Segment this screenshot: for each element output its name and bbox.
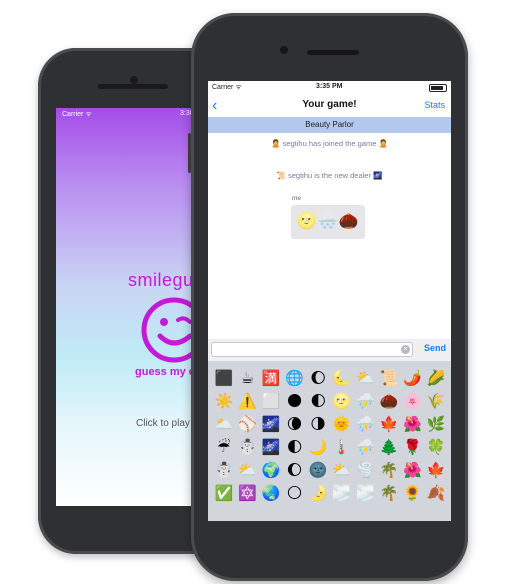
emoji-key[interactable]: 🌴 (377, 459, 401, 482)
emoji-key[interactable]: 🌍 (259, 459, 283, 482)
emoji-key[interactable]: 🌛 (306, 482, 330, 505)
emoji-key[interactable]: 🌑 (283, 390, 307, 413)
emoji-key[interactable]: 🌾 (424, 390, 448, 413)
emoji-key[interactable]: 🌽 (424, 367, 448, 390)
emoji-key[interactable]: 🌸 (401, 390, 425, 413)
front-speaker (307, 50, 359, 55)
emoji-key[interactable]: 🌲 (377, 436, 401, 459)
emoji-key[interactable]: 🌰 (377, 390, 401, 413)
emoji-key[interactable]: 🌶️ (401, 367, 425, 390)
stats-button[interactable]: Stats (424, 100, 445, 110)
emoji-key[interactable]: 🌏 (259, 482, 283, 505)
emoji-key[interactable]: ☀️ (212, 390, 236, 413)
clear-icon[interactable]: × (401, 345, 410, 354)
emoji-key[interactable]: 🌔 (283, 459, 307, 482)
emoji-key[interactable]: 🌴 (377, 482, 401, 505)
emoji-key[interactable]: ☕ (236, 367, 260, 390)
emoji-key[interactable]: 🌓 (306, 390, 330, 413)
emoji-key[interactable]: 🍂 (424, 482, 448, 505)
app-tagline: guess my e (135, 366, 195, 378)
emoji-key[interactable]: 🌚 (306, 459, 330, 482)
side-button (188, 133, 191, 173)
page-title: Your game! (302, 99, 357, 110)
back-speaker (98, 84, 168, 89)
emoji-key[interactable]: 🌫️ (354, 482, 378, 505)
emoji-key[interactable]: 🍀 (424, 436, 448, 459)
system-message-joined: 🙎 segtihu has joined the game 🙎 (271, 139, 388, 148)
emoji-keyboard: ⬛ ☕ 🈵 🌐 🌔 🌜 ⛅ 📜 🌶️ 🌽 ☀️ ⚠️ ⬜ 🌑 🌓 🌝 ⛈️ 🌰 🌸 🌾 🌥️ ⚾ 🌌 🌘 🌗 🌞 ⛈️ 🍁 🌺 🌿 ☔ ☃️ 🌌… (208, 361, 451, 521)
message-input[interactable] (211, 342, 413, 357)
send-button[interactable]: Send (424, 343, 446, 353)
emoji-key[interactable]: 🌓 (283, 436, 307, 459)
emoji-key[interactable]: 🌔 (306, 367, 330, 390)
emoji-key[interactable]: 🌞 (330, 413, 354, 436)
emoji-key[interactable]: 🌹 (401, 436, 425, 459)
emoji-key[interactable]: 🌻 (401, 482, 425, 505)
emoji-key[interactable]: 🌘 (283, 413, 307, 436)
emoji-key[interactable]: ⚠️ (236, 390, 260, 413)
emoji-key[interactable]: ☔ (212, 436, 236, 459)
emoji-key[interactable]: 🌕 (283, 482, 307, 505)
emoji-key[interactable]: 🌝 (330, 390, 354, 413)
emoji-key[interactable]: ⛅ (236, 459, 260, 482)
emoji-key[interactable]: 🌌 (259, 436, 283, 459)
game-screen: Carrier ᯤ 3:35 PM ‹ Your game! Stats Bea… (208, 81, 451, 521)
emoji-key[interactable]: ⚾ (236, 413, 260, 436)
emoji-key[interactable]: 🌿 (424, 413, 448, 436)
front-camera (280, 46, 288, 54)
emoji-key[interactable]: 🌫️ (330, 482, 354, 505)
emoji-key[interactable]: 🌺 (401, 413, 425, 436)
emoji-key[interactable]: ⛅ (330, 459, 354, 482)
back-carrier: Carrier ᯤ (62, 111, 92, 118)
navigation-bar: ‹ Your game! Stats (208, 95, 451, 117)
emoji-key[interactable]: 🈵 (259, 367, 283, 390)
emoji-key[interactable]: 🌐 (283, 367, 307, 390)
emoji-key[interactable]: ⛈️ (354, 413, 378, 436)
status-bar: Carrier ᯤ 3:35 PM (208, 81, 451, 95)
emoji-key[interactable]: ⬛ (212, 367, 236, 390)
emoji-key[interactable]: 🌪️ (354, 459, 378, 482)
emoji-key[interactable]: 🍁 (424, 459, 448, 482)
status-time: 3:35 PM (316, 83, 343, 90)
emoji-key[interactable]: ⬜ (259, 390, 283, 413)
emoji-key[interactable]: 🌙 (306, 436, 330, 459)
message-sender: me (292, 195, 302, 202)
app-logo-text: smilegu (128, 270, 194, 290)
emoji-key[interactable]: ⛈️ (354, 390, 378, 413)
emoji-key[interactable]: ✅ (212, 482, 236, 505)
emoji-key[interactable]: 🌡️ (330, 436, 354, 459)
room-name-banner: Beauty Parlor (208, 117, 451, 133)
chat-bubble: 🌝🌨️🌰 (291, 205, 365, 239)
system-message-dealer: 📜 segtihu is the new dealer 🌌 (276, 171, 383, 180)
emoji-key[interactable]: ⛈️ (354, 436, 378, 459)
back-camera (130, 76, 138, 84)
message-input-bar: × Send (208, 339, 451, 361)
emoji-key[interactable]: 🍁 (377, 413, 401, 436)
carrier-label: Carrier ᯤ (212, 84, 242, 91)
emoji-key[interactable]: 🌗 (306, 413, 330, 436)
front-phone: Carrier ᯤ 3:35 PM ‹ Your game! Stats Bea… (188, 13, 468, 581)
emoji-key[interactable]: 🌌 (259, 413, 283, 436)
battery-icon (429, 84, 447, 92)
emoji-key[interactable]: 🌥️ (212, 413, 236, 436)
emoji-key[interactable]: 🌺 (401, 459, 425, 482)
emoji-key[interactable]: 🔯 (236, 482, 260, 505)
emoji-key[interactable]: ☃️ (236, 436, 260, 459)
emoji-key[interactable]: ☃️ (212, 459, 236, 482)
emoji-key[interactable]: ⛅ (354, 367, 378, 390)
emoji-key[interactable]: 🌜 (330, 367, 354, 390)
emoji-key[interactable]: 📜 (377, 367, 401, 390)
click-to-play-label[interactable]: Click to play (136, 418, 190, 429)
emoji-grid: ⬛ ☕ 🈵 🌐 🌔 🌜 ⛅ 📜 🌶️ 🌽 ☀️ ⚠️ ⬜ 🌑 🌓 🌝 ⛈️ 🌰 🌸 🌾 🌥️ ⚾ 🌌 🌘 🌗 🌞 ⛈️ 🍁 🌺 🌿 ☔ ☃️ 🌌… (212, 367, 448, 505)
